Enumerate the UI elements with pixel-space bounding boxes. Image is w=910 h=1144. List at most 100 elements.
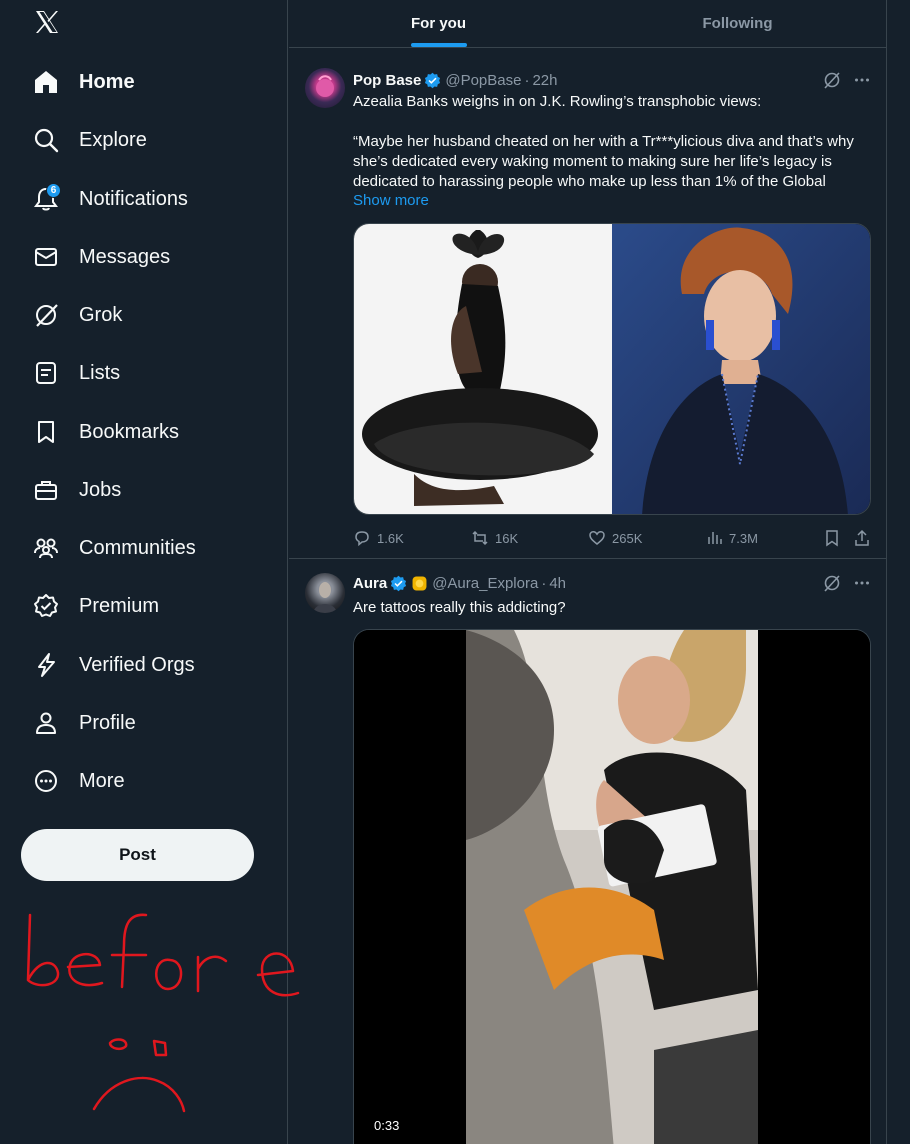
sidebar-item-label: Jobs (79, 479, 122, 501)
reply-count: 1.6K (377, 530, 404, 546)
tweet-top-actions (823, 574, 871, 592)
tab-for-you[interactable]: For you (289, 0, 588, 47)
show-more-link[interactable]: Show more (353, 192, 429, 209)
sidebar-item-lists[interactable]: Lists (33, 353, 120, 393)
avatar[interactable] (305, 68, 345, 108)
video-frame (354, 630, 870, 1144)
sidebar-item-home[interactable]: Home (33, 62, 135, 102)
separator-dot: · (524, 71, 530, 89)
more-options-icon[interactable] (853, 574, 871, 592)
briefcase-icon (33, 477, 59, 503)
tweet-header: Aura @Aura_Explora · 4h (353, 573, 566, 593)
app: Home Explore 6 Notifications Messages Gr… (0, 0, 910, 1144)
sidebar-item-premium[interactable]: Premium (33, 586, 159, 626)
display-name[interactable]: Pop Base (353, 72, 421, 89)
tweet-text-line (353, 112, 873, 132)
home-icon (33, 69, 59, 95)
reply-button[interactable]: 1.6K (353, 529, 471, 547)
sidebar: Home Explore 6 Notifications Messages Gr… (0, 0, 300, 1144)
more-circle-icon (33, 768, 59, 794)
tweet-video[interactable]: 0:33 (353, 629, 871, 1144)
handwritten-doodle (26, 913, 300, 1113)
more-options-icon[interactable] (853, 71, 871, 89)
tweet-time[interactable]: 4h (549, 575, 566, 592)
tweet-text: Are tattoos really this addicting? (353, 599, 566, 616)
x-logo-icon[interactable] (33, 8, 61, 36)
photo-left (354, 224, 612, 514)
tweet-text-line: dedicated to harassing people who make u… (353, 173, 826, 190)
view-count: 7.3M (729, 530, 758, 546)
sidebar-item-label: Explore (79, 129, 147, 151)
tweet-action-bar: 1.6K 16K 265K 7.3M (353, 528, 871, 548)
tweet-text-line: she’s dedicated every waking moment to m… (353, 153, 832, 170)
sidebar-item-label: Notifications (79, 188, 188, 210)
grok-icon (33, 302, 59, 328)
sidebar-item-notifications[interactable]: 6 Notifications (33, 179, 188, 219)
photo-right (612, 224, 870, 514)
sidebar-item-label: Lists (79, 362, 121, 384)
repost-icon (472, 530, 488, 546)
sidebar-item-label: Bookmarks (79, 421, 180, 443)
notification-badge: 6 (46, 183, 61, 198)
sidebar-item-explore[interactable]: Explore (33, 120, 147, 160)
bell-icon: 6 (33, 183, 61, 212)
active-tab-indicator (410, 43, 467, 47)
tab-label: Following (702, 15, 773, 32)
sidebar-item-communities[interactable]: Communities (33, 528, 196, 568)
sidebar-item-more[interactable]: More (33, 761, 125, 801)
sidebar-item-jobs[interactable]: Jobs (33, 470, 121, 510)
people-icon (33, 535, 59, 561)
tweet[interactable]: Pop Base @PopBase · 22h Azealia Banks we… (289, 58, 887, 559)
sidebar-item-messages[interactable]: Messages (33, 237, 170, 277)
tweet-time[interactable]: 22h (532, 72, 557, 89)
user-handle[interactable]: @Aura_Explora (432, 575, 538, 592)
display-name[interactable]: Aura (353, 575, 387, 592)
bookmark-icon (33, 419, 59, 445)
sidebar-item-label: Grok (79, 304, 123, 326)
reply-icon (355, 531, 369, 547)
tweet-text: Azealia Banks weighs in on J.K. Rowling’… (353, 92, 873, 192)
repost-button[interactable]: 16K (471, 529, 588, 547)
sidebar-item-bookmarks[interactable]: Bookmarks (33, 412, 179, 452)
sidebar-item-label: Home (79, 71, 135, 93)
tweet-header: Pop Base @PopBase · 22h (353, 70, 558, 90)
share-actions (823, 529, 871, 547)
grok-icon[interactable] (823, 574, 841, 592)
timeline-tabs: For you Following (289, 0, 887, 48)
like-button[interactable]: 265K (588, 529, 705, 547)
verified-badge-icon (391, 575, 407, 591)
repost-count: 16K (495, 530, 519, 546)
tab-following[interactable]: Following (588, 0, 887, 47)
affiliate-badge-icon (412, 576, 427, 590)
grok-icon[interactable] (823, 71, 841, 89)
views-icon (708, 532, 722, 544)
sidebar-item-label: Verified Orgs (79, 654, 195, 676)
views-button[interactable]: 7.3M (705, 529, 815, 547)
post-button[interactable]: Post (21, 829, 254, 881)
tweet[interactable]: Aura @Aura_Explora · 4h Are tattoos real… (289, 560, 887, 1144)
search-icon (33, 127, 59, 153)
person-icon (33, 710, 59, 736)
sidebar-item-grok[interactable]: Grok (33, 295, 122, 335)
sidebar-item-verified-orgs[interactable]: Verified Orgs (33, 645, 195, 685)
sidebar-item-label: Premium (79, 595, 160, 617)
heart-icon (589, 531, 605, 545)
bookmark-icon[interactable] (823, 529, 841, 547)
sidebar-item-profile[interactable]: Profile (33, 703, 136, 743)
video-duration: 0:33 (368, 1116, 406, 1135)
list-icon (33, 360, 59, 386)
envelope-icon (33, 244, 59, 270)
tab-label: For you (411, 15, 466, 32)
avatar[interactable] (305, 573, 345, 613)
tweet-media[interactable] (353, 223, 871, 515)
verified-badge-icon (425, 72, 441, 88)
tweet-top-actions (823, 71, 871, 89)
timeline: For you Following Pop Base @PopBase · 22… (289, 0, 887, 1144)
like-count: 265K (612, 530, 643, 546)
tweet-text-line: “Maybe her husband cheated on her with a… (353, 133, 854, 150)
sidebar-item-label: More (79, 770, 125, 792)
sidebar-item-label: Communities (79, 537, 196, 559)
share-icon[interactable] (853, 529, 871, 547)
sidebar-item-label: Messages (79, 246, 171, 268)
user-handle[interactable]: @PopBase (445, 72, 521, 89)
